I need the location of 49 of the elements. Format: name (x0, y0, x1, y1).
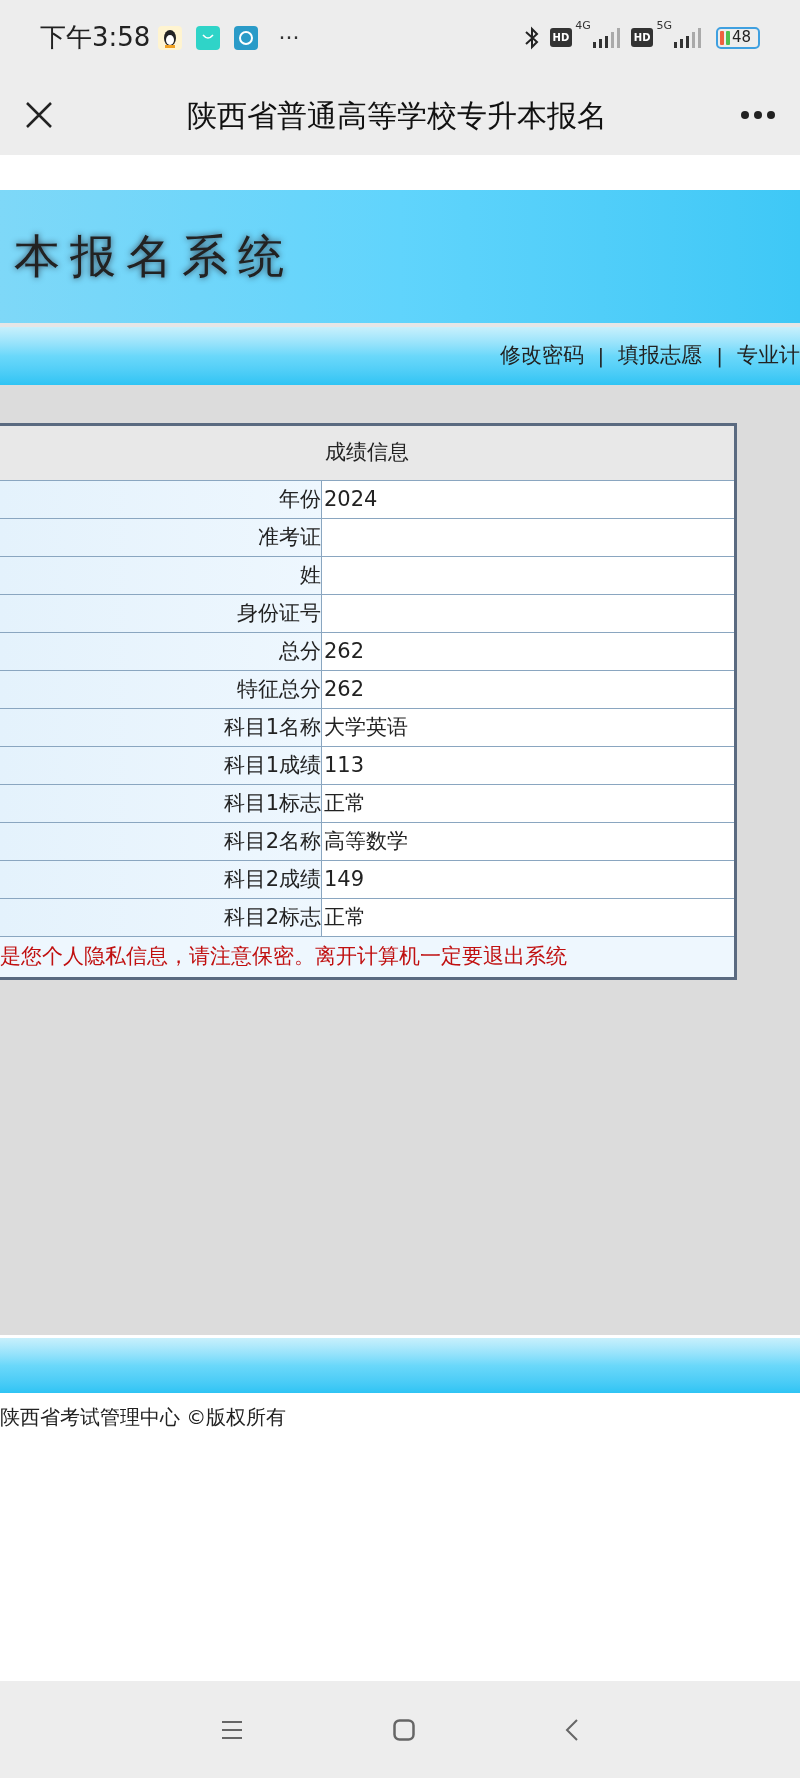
field-value: 高等数学 (323, 827, 408, 855)
field-value: 正常 (323, 789, 366, 817)
hd-badge: HD (630, 28, 654, 47)
field-value: 大学英语 (323, 713, 408, 741)
field-label: 科目2成绩 (0, 861, 322, 898)
network-type: 4G (575, 18, 591, 34)
separator: | (597, 343, 605, 370)
signal-icon (672, 27, 702, 48)
clock: 下午3:58 (40, 21, 151, 54)
shopping-bag-icon (196, 25, 221, 50)
separator: | (716, 343, 723, 370)
field-label: 身份证号 (0, 595, 322, 632)
field-value: 2024 (323, 485, 378, 513)
nav-link[interactable]: 专业计 (737, 340, 800, 372)
field-label: 科目1成绩 (0, 747, 322, 784)
battery-level: 48 (732, 30, 752, 45)
field-label: 总分 (0, 633, 322, 670)
field-value: 262 (323, 675, 365, 703)
system-title: 本报名系统 (14, 228, 294, 285)
close-icon[interactable] (24, 100, 54, 130)
nav-link[interactable]: 修改密码 (499, 340, 584, 372)
bluetooth-icon (523, 25, 540, 50)
field-value: 262 (323, 637, 365, 665)
field-label: 科目2标志 (0, 899, 322, 936)
penguin-icon (158, 25, 183, 50)
field-value: 149 (323, 865, 365, 893)
field-label: 特征总分 (0, 671, 322, 708)
signal-icon (590, 27, 621, 48)
copyright-text: 陕西省考试管理中心 ©版权所有 (0, 1404, 287, 1431)
field-value: 正常 (323, 903, 366, 931)
field-value: 113 (323, 751, 365, 779)
page-title: 陕西省普通高等学校专升本报名 (186, 96, 608, 135)
hd-badge: HD (549, 28, 573, 47)
field-label: 姓 (0, 557, 322, 594)
app-icon (234, 25, 259, 50)
menu-icon[interactable] (221, 1719, 243, 1740)
network-type: 5G (656, 18, 672, 34)
field-label: 准考证 (0, 519, 322, 556)
nav-link[interactable]: 填报志愿 (618, 340, 703, 372)
privacy-notice: 是您个人隐私信息，请注意保密。离开计算机一定要退出系统 (0, 943, 567, 971)
field-label: 科目1标志 (0, 785, 322, 822)
home-icon[interactable] (393, 1718, 415, 1741)
back-icon[interactable] (565, 1717, 579, 1742)
field-label: 科目2名称 (0, 823, 322, 860)
more-notifications: ··· (278, 24, 300, 52)
more-icon[interactable] (740, 110, 776, 120)
table-title: 成绩信息 (0, 426, 734, 481)
field-label: 科目1名称 (0, 709, 322, 746)
field-label: 年份 (0, 481, 322, 518)
